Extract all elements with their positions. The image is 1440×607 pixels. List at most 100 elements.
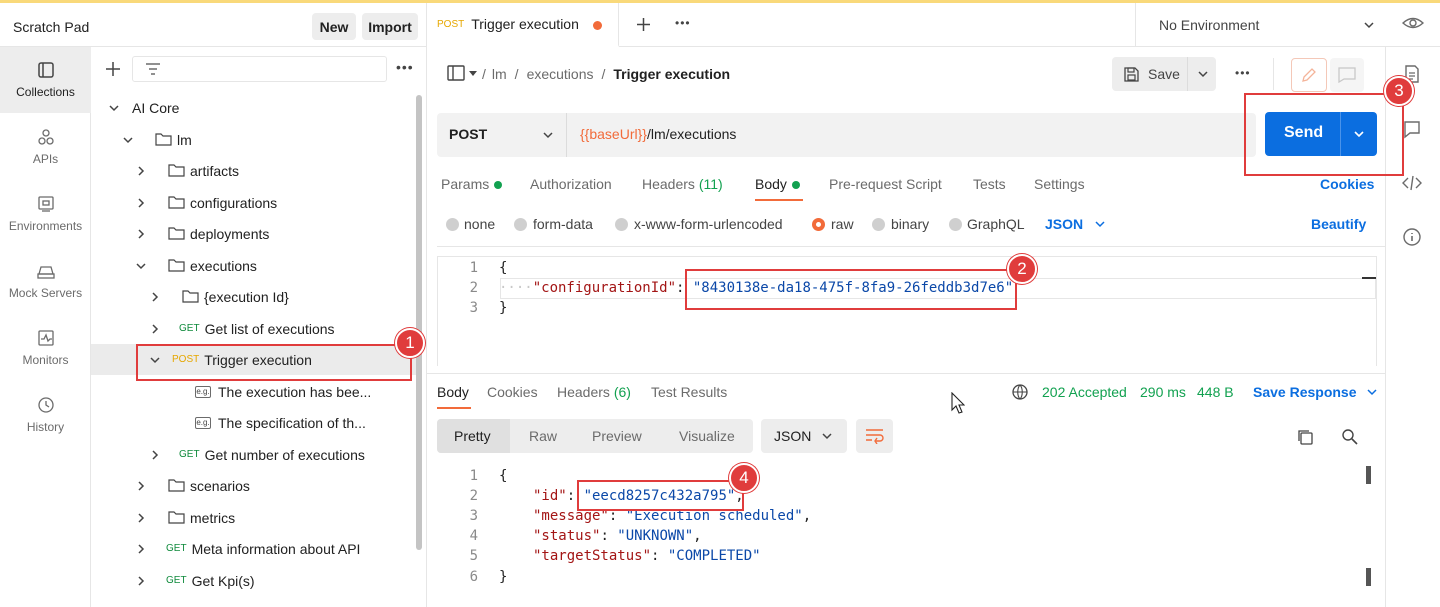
rail-history[interactable]: History	[0, 382, 91, 448]
chevron-down-icon	[109, 105, 119, 112]
annotation-box-4	[577, 480, 744, 511]
tree-item-lm[interactable]: lm	[91, 124, 417, 155]
tree-item-executions[interactable]: executions	[91, 250, 417, 281]
new-button[interactable]: New	[312, 13, 356, 40]
chevron-right-icon	[138, 481, 145, 491]
example-icon: e.g.	[195, 416, 211, 429]
folder-icon	[168, 164, 185, 177]
response-scroll-top[interactable]	[1366, 466, 1371, 484]
tab-tests[interactable]: Tests	[973, 176, 1006, 192]
info-icon[interactable]	[1402, 227, 1422, 247]
body-format-select[interactable]: JSON	[1045, 216, 1107, 232]
view-preview-button[interactable]: Preview	[592, 428, 642, 444]
rail-environments[interactable]: Environments	[0, 181, 91, 247]
chevron-right-icon	[138, 198, 145, 208]
resp-tab-cookies[interactable]: Cookies	[487, 384, 538, 400]
import-button[interactable]: Import	[362, 13, 418, 40]
view-raw-button[interactable]: Raw	[529, 428, 557, 444]
plus-icon[interactable]	[105, 61, 121, 77]
tree-item-scenarios[interactable]: scenarios	[91, 470, 417, 501]
tree-label: Get number of executions	[204, 446, 365, 463]
rail-collections[interactable]: Collections	[0, 47, 91, 113]
tab-settings[interactable]: Settings	[1034, 176, 1085, 192]
rail-mock-servers[interactable]: Mock Servers	[0, 248, 91, 314]
tree-item-artifacts[interactable]: artifacts	[91, 155, 417, 186]
comment-button[interactable]	[1330, 58, 1364, 92]
tab-more-icon[interactable]: •••	[675, 16, 691, 30]
globe-icon[interactable]	[1011, 383, 1029, 401]
tree-label: The execution has bee...	[218, 383, 372, 400]
response-format-select[interactable]: JSON	[761, 419, 847, 453]
tree-item-metrics[interactable]: metrics	[91, 502, 417, 533]
response-scroll-bottom[interactable]	[1366, 568, 1371, 586]
eye-icon[interactable]	[1402, 14, 1424, 32]
sidebar-scrollbar[interactable]	[416, 95, 422, 550]
tree-item-example-2[interactable]: e.g. The specification of th...	[91, 407, 417, 438]
tab-headers[interactable]: Headers (11)	[642, 176, 723, 192]
tab-trigger-execution[interactable]: POST Trigger execution	[427, 3, 619, 47]
breadcrumb-lm[interactable]: lm	[492, 66, 507, 82]
tab-label: Body	[755, 176, 787, 192]
resp-tab-body[interactable]: Body	[437, 384, 469, 400]
url-variable: {{baseUrl}}	[580, 126, 647, 142]
search-icon[interactable]	[1341, 428, 1359, 446]
copy-icon[interactable]	[1296, 428, 1314, 446]
tree-label: {execution Id}	[204, 288, 289, 305]
resp-tab-test-results[interactable]: Test Results	[651, 384, 727, 400]
response-divider	[427, 373, 1385, 374]
code-icon[interactable]	[1402, 173, 1422, 193]
tab-label: Params	[441, 176, 490, 192]
tab-params[interactable]: Params	[441, 176, 503, 192]
save-button[interactable]: Save	[1112, 57, 1188, 91]
more-options-icon[interactable]: •••	[396, 59, 414, 75]
beautify-link[interactable]: Beautify	[1311, 216, 1366, 232]
radio-urlencoded[interactable]	[615, 218, 628, 231]
breadcrumb-current: Trigger execution	[613, 66, 731, 82]
view-visualize-button[interactable]: Visualize	[679, 428, 735, 444]
tree-item-get-number-executions[interactable]: GET Get number of executions	[91, 439, 417, 470]
tree-item-deployments[interactable]: deployments	[91, 218, 417, 249]
tab-body[interactable]: Body	[755, 176, 800, 192]
tree-item-ai-core[interactable]: AI Core	[91, 92, 417, 123]
wrap-lines-button[interactable]	[856, 419, 893, 453]
line-number: 2	[469, 280, 478, 296]
line-number: 1	[469, 468, 478, 484]
tab-prerequest-script[interactable]: Pre-request Script	[829, 176, 942, 192]
tree-item-meta-info[interactable]: GET Meta information about API	[91, 533, 417, 564]
radio-graphql[interactable]	[949, 218, 962, 231]
radio-none[interactable]	[446, 218, 459, 231]
rail-apis[interactable]: APIs	[0, 114, 91, 180]
request-type-icon[interactable]	[447, 65, 465, 81]
tree-item-execution-id[interactable]: {execution Id}	[91, 281, 417, 312]
save-options-chevron-icon[interactable]	[1196, 67, 1210, 81]
chevron-right-icon	[152, 292, 159, 302]
tree-label: Get list of executions	[204, 320, 335, 337]
rail-label: APIs	[32, 152, 59, 166]
resp-tab-headers[interactable]: Headers (6)	[557, 384, 631, 400]
tree-item-get-kpi[interactable]: GET Get Kpi(s)	[91, 565, 417, 596]
cookies-link[interactable]: Cookies	[1320, 176, 1374, 192]
rail-monitors[interactable]: Monitors	[0, 315, 91, 381]
save-response-button[interactable]: Save Response	[1253, 384, 1379, 400]
edit-button[interactable]	[1291, 58, 1327, 92]
comments-icon[interactable]	[1402, 119, 1422, 139]
radio-raw[interactable]	[812, 218, 825, 231]
tab-authorization[interactable]: Authorization	[530, 176, 612, 192]
unsaved-dot-icon	[593, 21, 602, 30]
caret-down-icon[interactable]	[468, 70, 478, 78]
method-select[interactable]: POST	[437, 113, 567, 157]
collections-icon	[37, 62, 54, 78]
chevron-down-icon	[1366, 389, 1377, 396]
apis-icon	[37, 129, 54, 145]
request-more-icon[interactable]: •••	[1235, 66, 1251, 80]
radio-binary[interactable]	[872, 218, 885, 231]
radio-form-data[interactable]	[514, 218, 527, 231]
tree-item-get-list-executions[interactable]: GET Get list of executions	[91, 313, 417, 344]
url-input[interactable]: {{baseUrl}} /lm/executions	[580, 126, 736, 142]
tree-label: configurations	[190, 194, 278, 211]
filter-input[interactable]	[132, 56, 387, 82]
tree-item-configurations[interactable]: configurations	[91, 187, 417, 218]
new-tab-plus-icon[interactable]	[636, 17, 651, 32]
breadcrumb-executions[interactable]: executions	[527, 66, 594, 82]
environment-select[interactable]: No Environment	[1135, 3, 1385, 47]
